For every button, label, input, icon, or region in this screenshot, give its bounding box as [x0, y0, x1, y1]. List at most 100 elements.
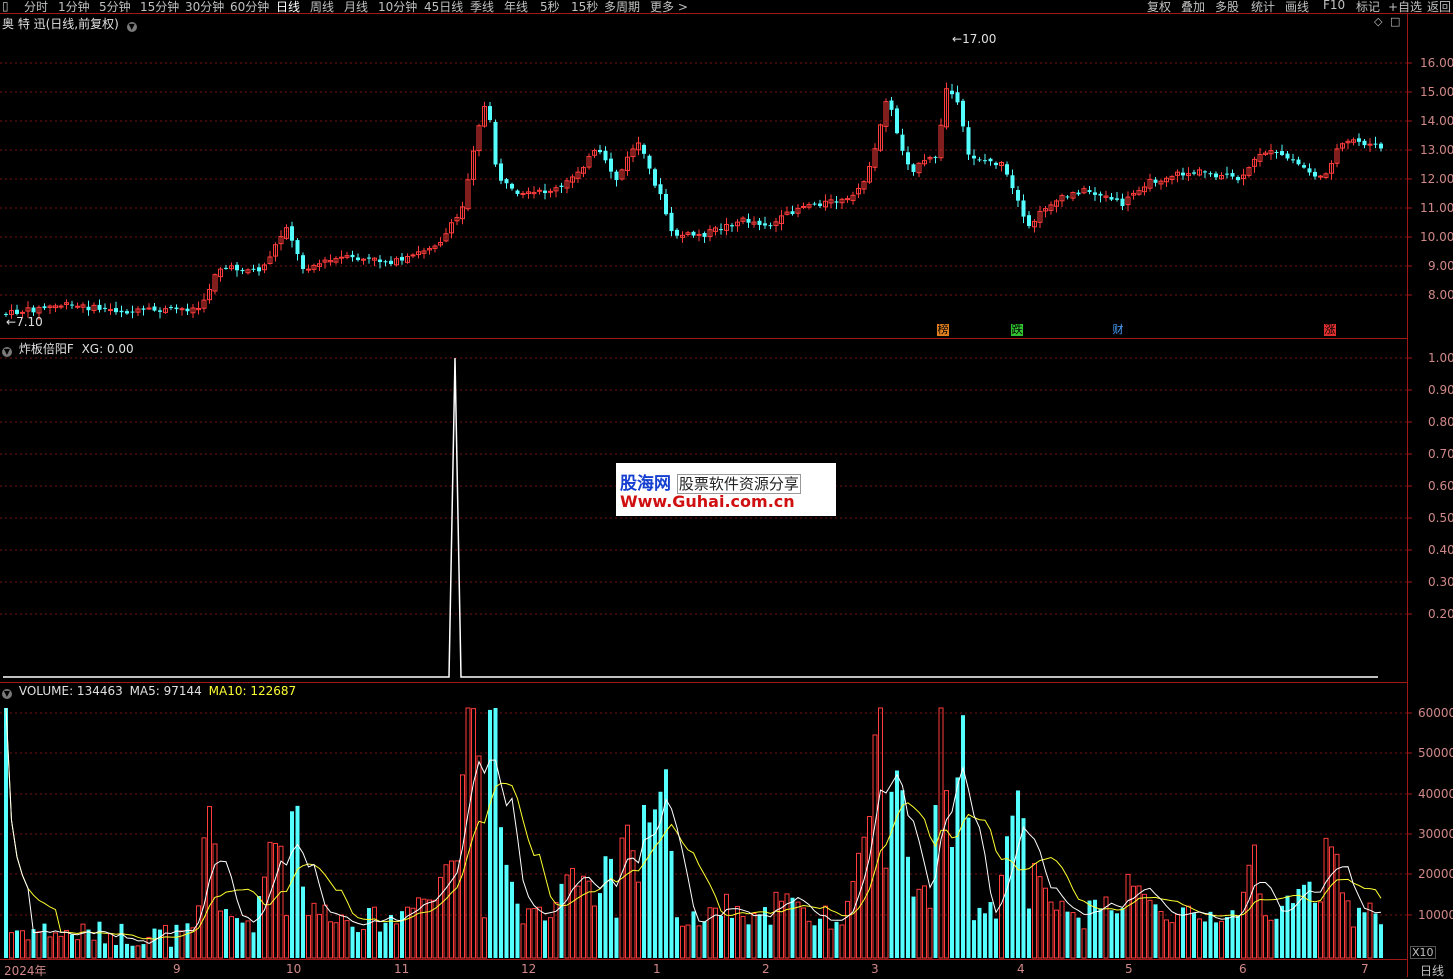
candle-body — [1010, 175, 1015, 189]
watermark-brand: 股海网 — [620, 474, 671, 494]
event-marker-cai[interactable]: 财 — [1112, 324, 1124, 336]
candle-body — [994, 162, 998, 166]
candle-body — [603, 150, 608, 161]
volume-bar — [1054, 909, 1059, 959]
volume-bar — [757, 914, 762, 958]
candle-body — [757, 220, 762, 225]
candle-body — [675, 229, 679, 236]
volume-bar — [229, 916, 234, 959]
candle-body — [609, 158, 613, 172]
volume-bar — [1048, 901, 1054, 959]
volume-bar — [685, 924, 691, 959]
candle-body — [125, 311, 129, 314]
volume-bar — [823, 905, 828, 959]
volume-bar — [1362, 912, 1367, 958]
volume-bar — [719, 916, 723, 958]
candle-body — [356, 257, 360, 261]
volume-bar — [955, 777, 960, 958]
chevron-down-icon[interactable]: ▼ — [2, 347, 12, 357]
indicator-axis-tick: 0.30 — [1428, 575, 1453, 589]
date-axis-label: 7 — [1361, 962, 1369, 976]
volume-bar — [1169, 922, 1175, 959]
volume-bar — [609, 858, 613, 958]
candle-body — [1362, 140, 1367, 146]
volume-bar — [581, 875, 586, 959]
candle-body — [383, 261, 388, 263]
candle-body — [1379, 143, 1383, 149]
indicator-axis-tick: 0.20 — [1428, 607, 1453, 621]
candle-body — [845, 198, 850, 201]
volume-bar — [1142, 893, 1147, 959]
volume-bar — [245, 920, 251, 959]
candle-body — [169, 307, 173, 309]
date-axis-label: 2024年 — [4, 964, 47, 978]
volume-bar — [141, 944, 146, 958]
volume-bar — [806, 920, 812, 959]
volume-bar — [169, 946, 173, 958]
candle-body — [647, 155, 652, 169]
candle-body — [763, 223, 767, 226]
volume-bar — [510, 881, 514, 958]
indicator-axis-tick: 0.90 — [1428, 383, 1453, 397]
candle-body — [1318, 175, 1323, 178]
candle-body — [543, 190, 547, 194]
volume-bar — [592, 905, 597, 959]
volume-value: VOLUME: 134463 — [18, 684, 123, 698]
volume-bar — [927, 907, 933, 959]
event-marker-die[interactable]: 跌 — [1011, 324, 1023, 336]
volume-bar — [812, 925, 817, 958]
volume-bar — [301, 886, 305, 958]
volume-bar — [1076, 917, 1081, 958]
event-marker-bang[interactable]: 榜 — [937, 324, 949, 336]
diamond-icon[interactable]: ◇ — [1374, 15, 1382, 28]
volume-bar — [449, 860, 454, 959]
candle-body — [911, 164, 916, 173]
volume-bar — [488, 709, 492, 958]
volume-bar — [240, 922, 245, 958]
event-marker-zhang[interactable]: 涨 — [1324, 324, 1336, 336]
indicator-name[interactable]: 炸板倍阳F — [19, 342, 74, 356]
candle-body — [152, 306, 157, 311]
volume-axis-tick: 30000 — [1418, 827, 1453, 841]
volume-bar — [443, 864, 449, 959]
volume-bar — [1329, 846, 1334, 959]
candle-body — [1313, 171, 1317, 177]
candle-body — [158, 310, 162, 312]
volume-axis-tick: 20000 — [1418, 867, 1453, 881]
volume-bar — [1263, 915, 1268, 959]
volume-bar — [1093, 899, 1097, 958]
close-icon[interactable]: □ — [1390, 15, 1400, 28]
volume-bar — [267, 841, 273, 959]
volume-bar — [1197, 918, 1202, 959]
volume-bar — [378, 931, 382, 958]
candle-body — [730, 225, 734, 227]
volume-bar — [367, 908, 371, 958]
volume-bar — [773, 891, 779, 959]
volume-bar — [427, 899, 432, 959]
date-axis-label: 5 — [1125, 962, 1133, 976]
candle-body — [1120, 198, 1125, 207]
indicator-axis-tick: 0.40 — [1428, 543, 1453, 557]
volume-bar — [531, 908, 537, 959]
candle-body — [983, 160, 987, 162]
volume-bar — [625, 824, 630, 959]
volume-bar — [515, 903, 520, 958]
candle-body — [933, 156, 938, 158]
volume-axis-tick: 40000 — [1418, 787, 1453, 801]
indicator-axis-tick: 0.60 — [1428, 479, 1453, 493]
candle-body — [1021, 200, 1026, 217]
candle-body — [174, 307, 179, 310]
chevron-down-icon[interactable]: ▼ — [126, 22, 137, 32]
volume-bar — [311, 902, 317, 959]
volume-bar — [691, 911, 696, 958]
chevron-down-icon[interactable]: ▼ — [2, 689, 12, 699]
volume-bar — [1098, 908, 1103, 958]
candle-body — [389, 260, 393, 264]
volume-bar — [795, 901, 801, 959]
candle-body — [1203, 171, 1207, 173]
volume-bar — [730, 917, 734, 958]
volume-bar — [1115, 913, 1119, 958]
volume-bar — [950, 846, 954, 958]
volume-bar — [350, 926, 355, 958]
volume-bar — [185, 923, 190, 958]
